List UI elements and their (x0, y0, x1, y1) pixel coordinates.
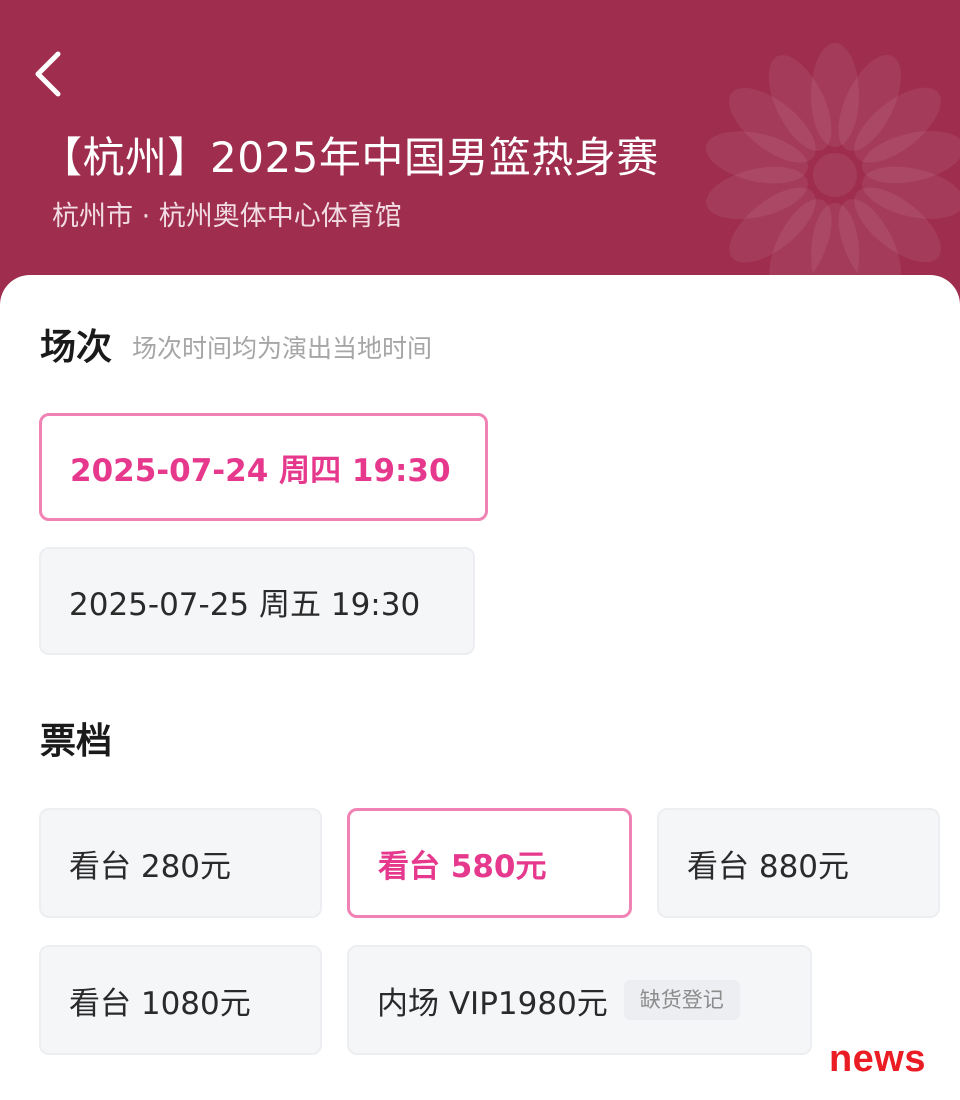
ticket-option-label: 看台 1080元 (69, 985, 251, 1022)
ticket-option-vip1980[interactable]: 内场 VIP1980元 缺货登记 (347, 945, 812, 1055)
ticket-option-880[interactable]: 看台 880元 (657, 808, 940, 918)
event-title: 【杭州】2025年中国男篮热身赛 (40, 133, 659, 182)
session-option-label: 2025-07-24 周四 19:30 (70, 452, 451, 489)
ticket-option-280[interactable]: 看台 280元 (39, 808, 322, 918)
chevron-left-icon (35, 51, 61, 97)
session-section-title: 场次 (40, 327, 113, 368)
ticket-option-1080[interactable]: 看台 1080元 (39, 945, 322, 1055)
ticket-option-label: 看台 880元 (687, 848, 850, 885)
sold-out-register-badge[interactable]: 缺货登记 (623, 980, 740, 1020)
session-option-0724[interactable]: 2025-07-24 周四 19:30 (39, 413, 488, 521)
back-button[interactable] (26, 44, 74, 104)
session-hint: 场次时间均为演出当地时间 (132, 334, 433, 363)
ticket-option-580[interactable]: 看台 580元 (347, 808, 632, 918)
ticket-section-title: 票档 (40, 721, 113, 762)
ticket-option-label: 看台 580元 (378, 848, 547, 885)
ticket-option-label: 内场 VIP1980元 (377, 985, 608, 1022)
session-option-label: 2025-07-25 周五 19:30 (69, 586, 421, 623)
flower-decoration-icon (705, 43, 960, 307)
event-venue: 杭州市 · 杭州奥体中心体育馆 (52, 201, 402, 232)
session-option-0725[interactable]: 2025-07-25 周五 19:30 (39, 547, 475, 655)
news-watermark: news (828, 1038, 926, 1080)
ticket-option-label: 看台 280元 (69, 848, 232, 885)
